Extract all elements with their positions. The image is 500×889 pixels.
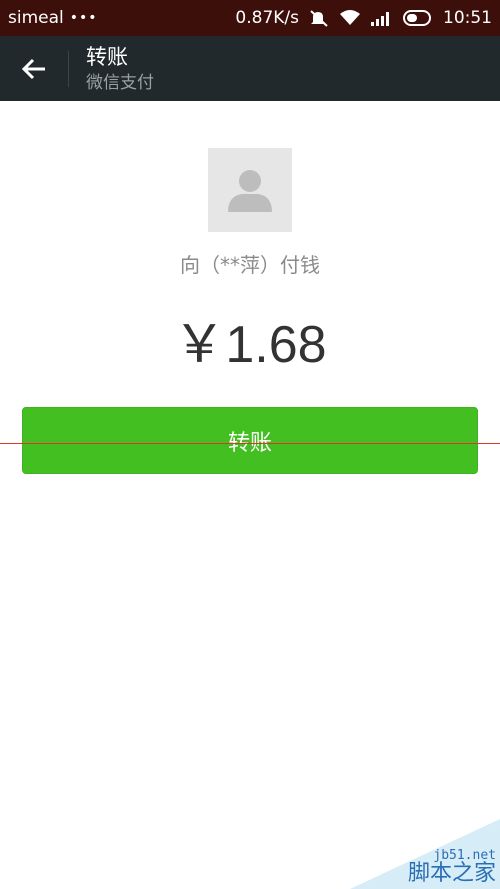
status-left: simeal ••• — [8, 8, 98, 28]
title-divider — [68, 50, 69, 87]
page-title: 转账 — [86, 44, 128, 69]
battery-icon — [403, 10, 433, 26]
notification-dots: ••• — [69, 10, 98, 26]
page-subtitle: 微信支付 — [86, 72, 154, 93]
carrier-name: simeal — [8, 8, 64, 28]
title-bar: 转账 微信支付 — [0, 36, 500, 101]
watermark: jb51.net 脚本之家 — [350, 819, 500, 889]
avatar — [208, 148, 292, 232]
payee-label: 向（**萍）付钱 — [180, 253, 320, 277]
status-bar: simeal ••• 0.87K/s 10:51 — [0, 0, 500, 36]
network-speed: 0.87K/s — [235, 8, 299, 28]
title-texts: 转账 微信支付 — [86, 44, 154, 94]
guide-line — [0, 443, 500, 444]
person-icon — [228, 170, 272, 212]
signal-icon — [371, 10, 393, 26]
watermark-name: 脚本之家 — [407, 861, 496, 886]
wifi-icon — [339, 9, 361, 27]
transfer-button[interactable]: 转账 — [22, 407, 478, 474]
mute-icon — [309, 9, 329, 27]
back-arrow-icon — [21, 58, 45, 79]
amount-value: ￥1.68 — [173, 316, 327, 374]
status-right: 0.87K/s 10:51 — [235, 8, 492, 28]
back-button[interactable] — [0, 36, 68, 101]
clock: 10:51 — [443, 8, 492, 28]
